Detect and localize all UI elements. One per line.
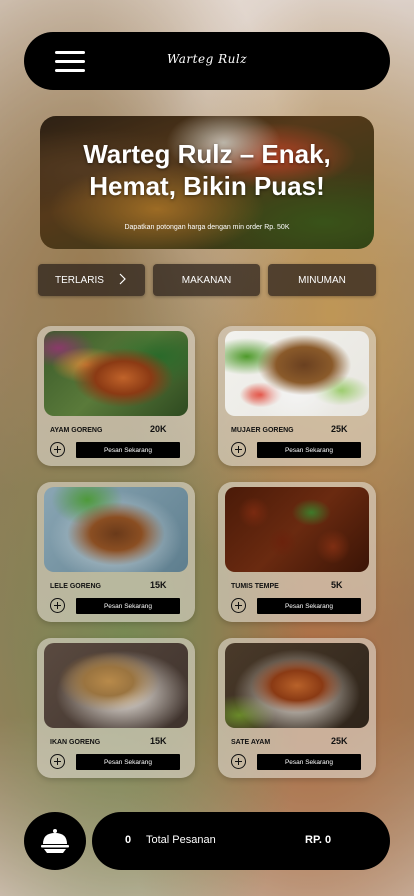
food-image [225,331,369,416]
order-count: 0 [125,834,132,846]
add-icon[interactable] [50,442,65,457]
menu-item-price: 25K [331,736,348,746]
tab-makanan[interactable]: MAKANAN [153,264,260,296]
menu-item-price: 20K [150,424,167,434]
menu-item-name: TUMIS TEMPE [231,583,279,590]
add-icon[interactable] [231,754,246,769]
hero-title: Warteg Rulz – Enak, Hemat, Bikin Puas! [83,139,331,201]
menu-card-ikan-goreng: IKAN GORENG 15K Pesan Sekarang [37,638,195,778]
food-image [225,487,369,572]
brand-logo: Warteg Rulz [166,52,248,66]
food-image [44,331,188,416]
food-cloche-icon [41,829,69,853]
add-icon[interactable] [50,754,65,769]
cart-button[interactable] [24,812,86,870]
menu-item-price: 5K [331,580,343,590]
order-total-label: Total Pesanan [146,834,216,846]
add-icon[interactable] [231,442,246,457]
menu-card-mujaer-goreng: MUJAER GORENG 25K Pesan Sekarang [218,326,376,466]
add-icon[interactable] [231,598,246,613]
order-button[interactable]: Pesan Sekarang [76,598,180,614]
menu-item-price: 15K [150,580,167,590]
menu-item-name: AYAM GORENG [50,427,103,434]
menu-card-tumis-tempe: TUMIS TEMPE 5K Pesan Sekarang [218,482,376,622]
order-total-price: RP. 0 [305,834,332,846]
food-image [44,643,188,728]
menu-item-name: MUJAER GORENG [231,427,294,434]
food-image [44,487,188,572]
hero-subtitle: Dapatkan potongan harga dengan min order… [124,224,290,231]
top-bar: Warteg Rulz [24,32,390,90]
order-button[interactable]: Pesan Sekarang [76,442,180,458]
menu-item-name: LELE GORENG [50,583,101,590]
menu-item-name: SATE AYAM [231,739,271,746]
menu-item-name: IKAN GORENG [50,739,101,746]
order-button[interactable]: Pesan Sekarang [257,754,361,770]
add-icon[interactable] [50,598,65,613]
menu-card-sate-ayam: SATE AYAM 25K Pesan Sekarang [218,638,376,778]
menu-item-price: 15K [150,736,167,746]
order-button[interactable]: Pesan Sekarang [257,598,361,614]
menu-card-lele-goreng: LELE GORENG 15K Pesan Sekarang [37,482,195,622]
chevron-right-icon [119,273,126,285]
hero-banner: Warteg Rulz – Enak, Hemat, Bikin Puas! D… [40,116,374,249]
order-button[interactable]: Pesan Sekarang [76,754,180,770]
order-total-bar[interactable]: 0 Total Pesanan RP. 0 [92,812,390,870]
food-image [225,643,369,728]
menu-item-price: 25K [331,424,348,434]
tab-minuman[interactable]: MINUMAN [268,264,376,296]
order-button[interactable]: Pesan Sekarang [257,442,361,458]
tab-terlaris[interactable]: TERLARIS [38,264,145,296]
menu-card-ayam-goreng: AYAM GORENG 20K Pesan Sekarang [37,326,195,466]
